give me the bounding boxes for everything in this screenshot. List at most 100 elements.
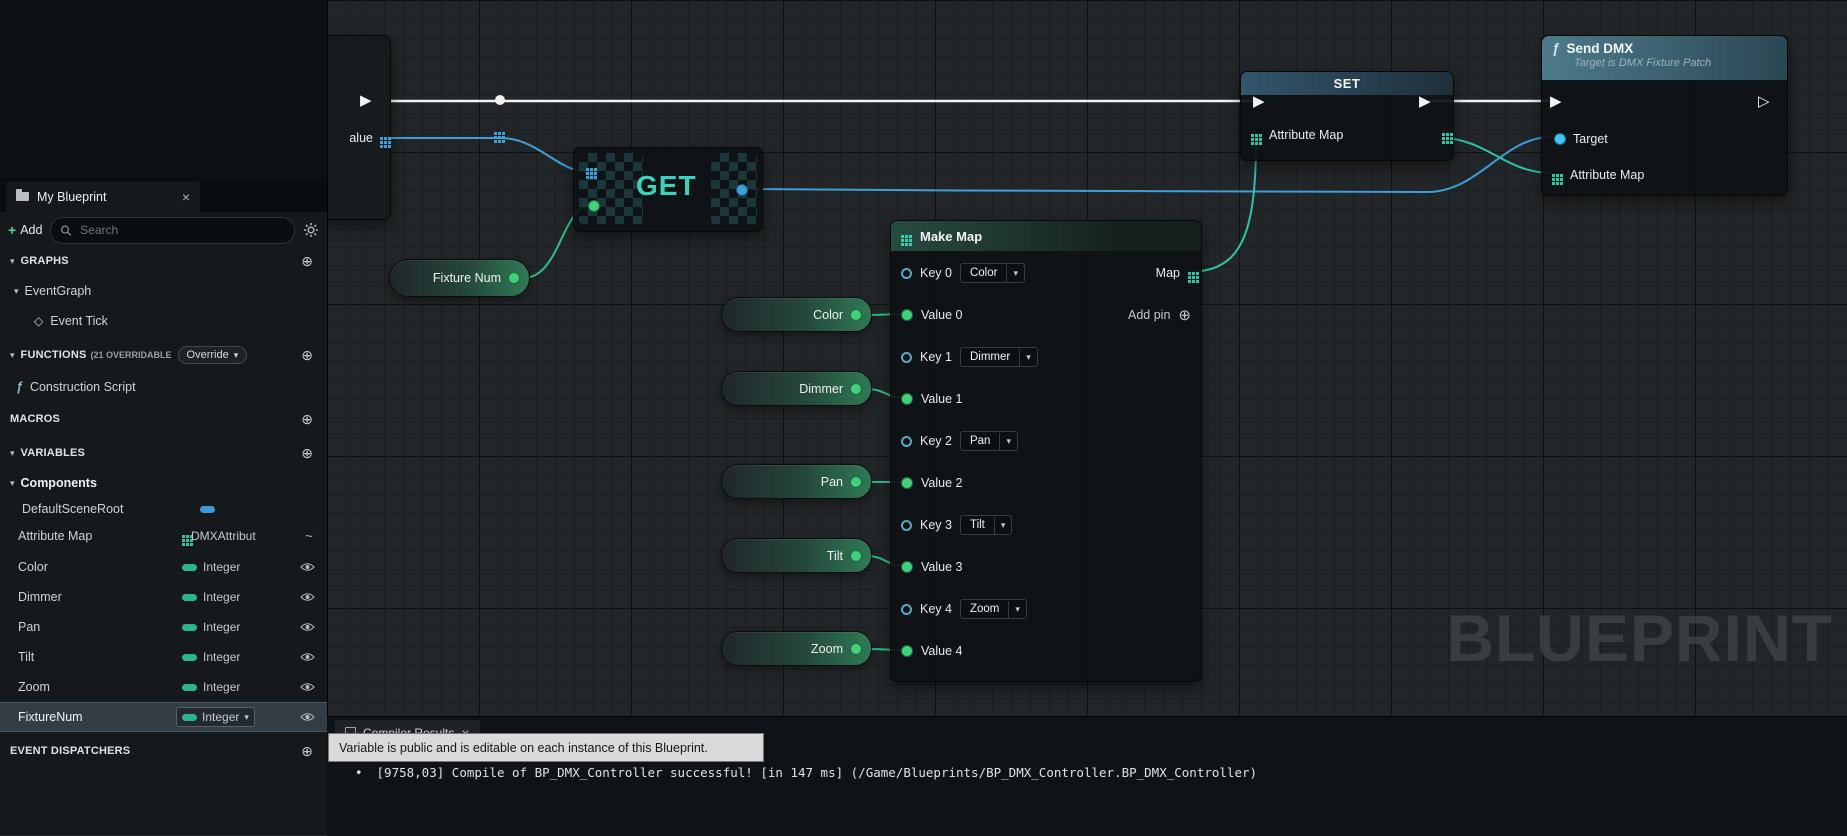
zoom-getter-node[interactable]: Zoom [721, 631, 872, 666]
value0-pin[interactable] [901, 309, 913, 321]
sidebar-empty-area [0, 0, 327, 178]
search-box[interactable] [50, 217, 295, 244]
sidebar-item-event-tick[interactable]: ◇ Event Tick [0, 306, 327, 336]
add-pin-label: Add pin [1128, 308, 1170, 322]
section-variables[interactable]: ▾ VARIABLES ⊕ [0, 438, 327, 468]
eye-icon[interactable] [300, 622, 315, 632]
value4-pin[interactable] [901, 645, 913, 657]
eye-icon[interactable] [300, 712, 315, 722]
value-reroute-node[interactable] [494, 132, 497, 135]
sidebar-item-defaultsceneroot[interactable]: DefaultSceneRoot [0, 496, 327, 522]
sidebar-item-construction-script[interactable]: ƒ Construction Script [0, 372, 327, 402]
value1-label: Value 1 [921, 392, 962, 406]
value0-label: Value 0 [921, 308, 962, 322]
clipped-node[interactable]: ▶ alue [327, 35, 391, 220]
exec-reroute-node[interactable] [495, 95, 505, 105]
make-map-node[interactable]: Make Map Key 0 Color▾ Value 0 Key 1 Dimm… [890, 220, 1202, 682]
set-exec-in-pin[interactable]: ▶ [1253, 94, 1265, 109]
section-components[interactable]: ▾ Components [0, 470, 327, 496]
value-out-pin-row[interactable]: alue [349, 131, 383, 145]
dimmer-output-pin[interactable] [850, 383, 862, 395]
dmx-target-pin-row[interactable]: Target [1554, 132, 1608, 146]
sidebar-item-tilt[interactable]: Tilt Integer [0, 642, 327, 672]
integer-type-icon [182, 624, 197, 631]
pan-output-pin[interactable] [850, 476, 862, 488]
set-exec-out-pin[interactable]: ▶ [1419, 94, 1431, 109]
key1-pin[interactable] [901, 352, 912, 363]
pan-getter-node[interactable]: Pan [721, 464, 872, 499]
index-input-pin[interactable] [588, 200, 600, 212]
value1-pin[interactable] [901, 393, 913, 405]
add-pin-icon[interactable]: ⊕ [1178, 306, 1191, 324]
set-attribute-map-out[interactable] [1442, 133, 1445, 136]
integer-type-icon [182, 594, 197, 601]
color-output-pin[interactable] [850, 309, 862, 321]
fixture-num-output-pin[interactable] [508, 272, 520, 284]
key0-pin[interactable] [901, 268, 912, 279]
color-getter-node[interactable]: Color [721, 297, 872, 332]
sidebar-item-color[interactable]: Color Integer [0, 552, 327, 582]
key4-dropdown[interactable]: Zoom▾ [960, 599, 1027, 619]
key3-dropdown[interactable]: Tilt▾ [960, 515, 1012, 535]
add-event-dispatcher-icon[interactable]: ⊕ [301, 743, 313, 760]
override-dropdown[interactable]: Override ▾ [178, 346, 248, 364]
eye-icon[interactable] [300, 652, 315, 662]
key4-pin[interactable] [901, 604, 912, 615]
array-input-pin[interactable] [586, 168, 589, 171]
send-dmx-node[interactable]: ƒ Send DMX Target is DMX Fixture Patch ▶… [1541, 35, 1788, 196]
map-output-pin[interactable] [1188, 272, 1191, 275]
get-node[interactable]: GET [573, 147, 763, 232]
add-graph-icon[interactable]: ⊕ [301, 253, 313, 270]
element-output-pin[interactable] [736, 184, 748, 196]
sidebar-item-zoom[interactable]: Zoom Integer [0, 672, 327, 702]
dmx-attribute-map-pin-row[interactable]: Attribute Map [1552, 168, 1644, 182]
map-pin-icon [1552, 174, 1555, 177]
blueprint-graph-canvas[interactable]: BLUEPRINT ▶ alue GET Fixture [327, 0, 1847, 835]
value2-pin[interactable] [901, 477, 913, 489]
sidebar-item-fixturenum[interactable]: FixtureNum Integer ▾ [0, 702, 327, 732]
set-attribute-map-in[interactable]: Attribute Map [1251, 128, 1343, 142]
fixture-num-getter-node[interactable]: Fixture Num [389, 259, 530, 297]
gear-icon[interactable] [303, 222, 319, 238]
tab-my-blueprint[interactable]: My Blueprint × [6, 181, 200, 212]
add-function-icon[interactable]: ⊕ [301, 347, 313, 364]
key0-dropdown[interactable]: Color▾ [960, 263, 1025, 283]
set-node[interactable]: SET ▶ ▶ Attribute Map [1240, 71, 1454, 161]
key1-dropdown[interactable]: Dimmer▾ [960, 347, 1038, 367]
value3-pin[interactable] [901, 561, 913, 573]
close-icon[interactable]: × [182, 189, 190, 205]
search-input[interactable] [78, 222, 285, 238]
tilt-output-pin[interactable] [850, 550, 862, 562]
target-pin[interactable] [1554, 133, 1566, 145]
add-pin-row[interactable]: Add pin ⊕ [1128, 303, 1191, 327]
add-macro-icon[interactable]: ⊕ [301, 411, 313, 428]
type-dropdown[interactable]: Integer ▾ [176, 707, 255, 727]
function-icon: ƒ [1552, 41, 1560, 56]
sidebar-item-attribute-map[interactable]: Attribute Map DMXAttribut ~ [0, 522, 327, 550]
key3-pin[interactable] [901, 520, 912, 531]
add-button[interactable]: + Add [8, 222, 42, 238]
sidebar-item-pan[interactable]: Pan Integer [0, 612, 327, 642]
map-output-label: Map [1156, 266, 1180, 280]
key4-row: Key 4 Zoom▾ [901, 597, 1027, 621]
dimmer-getter-node[interactable]: Dimmer [721, 371, 872, 406]
section-macros[interactable]: MACROS ⊕ [0, 404, 327, 434]
array-pattern-right [711, 153, 757, 224]
key2-dropdown[interactable]: Pan▾ [960, 431, 1018, 451]
eye-icon[interactable] [300, 682, 315, 692]
tilt-getter-node[interactable]: Tilt [721, 538, 872, 573]
zoom-output-pin[interactable] [850, 643, 862, 655]
section-graphs[interactable]: ▾ GRAPHS ⊕ [0, 246, 327, 276]
dmx-exec-in-pin[interactable]: ▶ [1550, 94, 1562, 109]
eye-icon[interactable] [300, 592, 315, 602]
exec-out-pin[interactable]: ▶ [360, 93, 372, 108]
sidebar-item-eventgraph[interactable]: ▾ EventGraph [0, 276, 327, 306]
eye-icon[interactable] [300, 562, 315, 572]
instance-editable-icon[interactable]: ~ [305, 528, 313, 544]
add-variable-icon[interactable]: ⊕ [301, 445, 313, 462]
section-event-dispatchers[interactable]: EVENT DISPATCHERS ⊕ [0, 736, 327, 766]
sidebar-item-dimmer[interactable]: Dimmer Integer [0, 582, 327, 612]
key2-pin[interactable] [901, 436, 912, 447]
section-functions[interactable]: ▾ FUNCTIONS (21 OVERRIDABLE Override ▾ ⊕ [0, 340, 327, 370]
dmx-exec-out-pin[interactable]: ▷ [1758, 94, 1770, 109]
